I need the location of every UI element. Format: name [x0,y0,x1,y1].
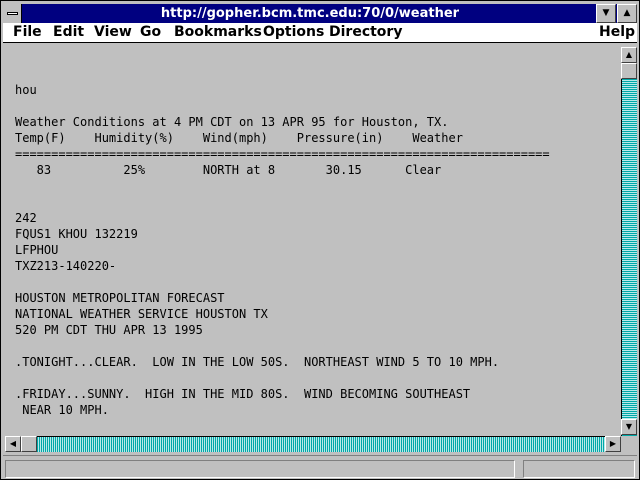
doc-line: .TONIGHT...CLEAR. LOW IN THE LOW 50S. NO… [15,355,500,369]
status-text [5,460,515,478]
menu-go[interactable]: Go [140,23,161,43]
horizontal-scroll-thumb[interactable] [21,436,37,452]
title-bar[interactable]: http://gopher.bcm.tmc.edu:70/0/weather ▼… [3,4,637,23]
menu-bookmarks[interactable]: Bookmarks [174,23,262,43]
scroll-right-button[interactable]: ▶ [605,436,621,452]
system-menu-icon [7,12,18,15]
doc-line: Temp(F) Humidity(%) Wind(mph) Pressure(i… [15,131,463,145]
doc-line: 520 PM CDT THU APR 13 1995 [15,323,203,337]
menu-view[interactable]: View [94,23,132,43]
vertical-scroll-thumb[interactable] [621,63,637,79]
browser-window: http://gopher.bcm.tmc.edu:70/0/weather ▼… [0,0,640,480]
doc-line: ========================================… [15,147,550,161]
scroll-up-button[interactable]: ▲ [621,47,637,63]
status-bar [3,455,637,479]
doc-line: NEAR 10 MPH. [15,403,109,417]
scrollbar-corner [621,436,637,452]
minimize-button[interactable]: ▼ [596,4,616,23]
doc-line: TXZ213-140220- [15,259,117,273]
menu-file[interactable]: File [13,23,42,43]
doc-line: Weather Conditions at 4 PM CDT on 13 APR… [15,115,449,129]
scroll-down-button[interactable]: ▼ [621,419,637,435]
doc-line: NATIONAL WEATHER SERVICE HOUSTON TX [15,307,268,321]
doc-line: FQUS1 KHOU 132219 [15,227,138,241]
doc-line: 242 [15,211,37,225]
doc-line: hou [15,83,37,97]
doc-line: LFPHOU [15,243,59,257]
system-menu-button[interactable] [3,4,22,23]
menu-edit[interactable]: Edit [53,23,84,43]
scroll-left-button[interactable]: ◀ [5,436,21,452]
menu-directory[interactable]: Directory [329,23,402,43]
doc-line: .FRIDAY...SUNNY. HIGH IN THE MID 80S. WI… [15,387,471,401]
doc-line: HOUSTON METROPOLITAN FORECAST [15,291,225,305]
vertical-scrollbar[interactable]: ▲ ▼ [621,47,637,436]
document-view[interactable]: hou Weather Conditions at 4 PM CDT on 13… [5,47,621,436]
doc-line: 83 25% NORTH at 8 30.15 Clear [15,163,442,177]
status-progress [523,460,635,478]
menu-help[interactable]: Help [599,23,635,43]
horizontal-scrollbar[interactable]: ◀ ▶ [5,436,621,452]
menu-options[interactable]: Options [263,23,324,43]
window-title: http://gopher.bcm.tmc.edu:70/0/weather [160,6,460,21]
maximize-button[interactable]: ▲ [617,4,637,23]
menu-bar: File Edit View Go Bookmarks Options Dire… [3,23,637,43]
